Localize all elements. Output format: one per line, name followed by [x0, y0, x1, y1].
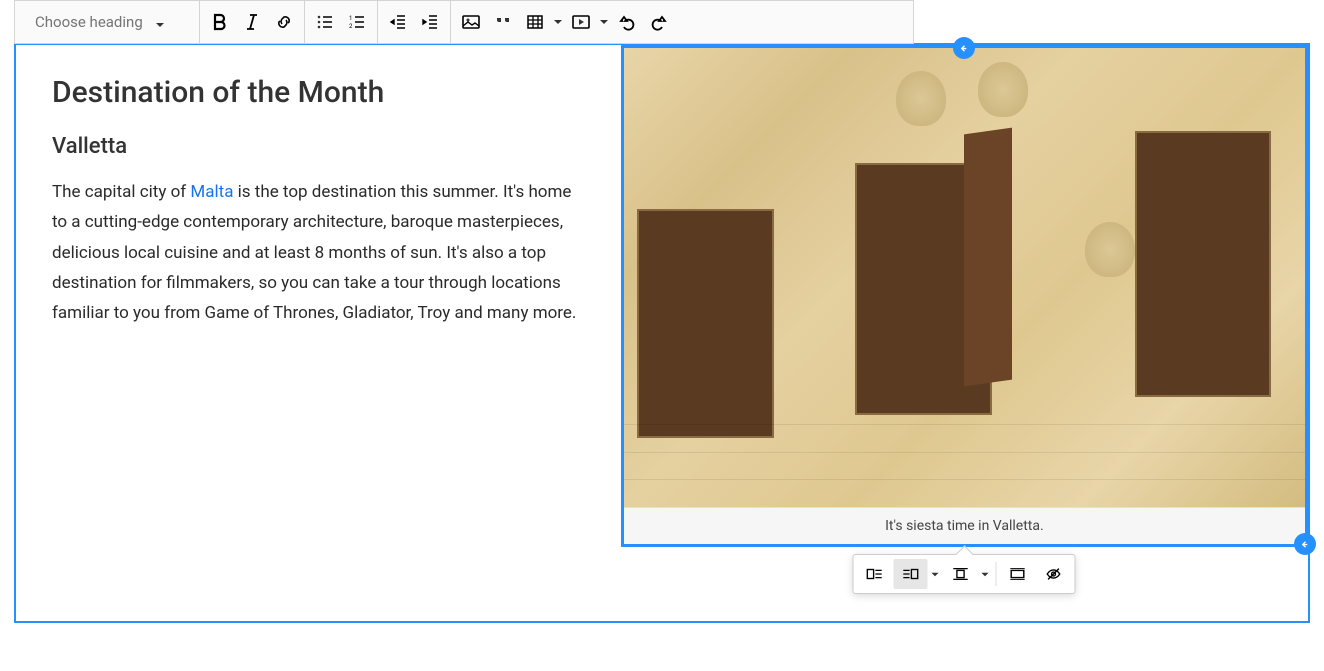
- insert-paragraph-before-handle[interactable]: [953, 37, 975, 59]
- link-malta[interactable]: Malta: [190, 182, 233, 202]
- bold-button[interactable]: [204, 6, 236, 38]
- image-content[interactable]: [624, 48, 1305, 507]
- numbered-list-button[interactable]: 12: [341, 6, 373, 38]
- image-figure-selected[interactable]: It's siesta time in Valletta.: [621, 45, 1308, 547]
- outdent-button[interactable]: [382, 6, 414, 38]
- heading-dropdown-label: Choose heading: [35, 13, 143, 31]
- italic-button[interactable]: [236, 6, 268, 38]
- align-center-button[interactable]: [944, 559, 978, 589]
- chevron-down-icon[interactable]: [928, 570, 942, 579]
- full-width-button[interactable]: [1001, 559, 1035, 589]
- image-caption-text: It's siesta time in Valletta.: [885, 518, 1044, 534]
- image-balloon-toolbar: [853, 554, 1076, 594]
- separator: [996, 562, 997, 586]
- paragraph-text-pre: The capital city of: [52, 182, 190, 202]
- redo-button[interactable]: [643, 6, 675, 38]
- insert-paragraph-after-handle[interactable]: [1294, 533, 1316, 555]
- editor-toolbar: Choose heading 12: [14, 0, 914, 44]
- paragraph-text-post: is the top destination this summer. It's…: [52, 182, 576, 323]
- toggle-caption-button[interactable]: [1037, 559, 1071, 589]
- heading-1[interactable]: Destination of the Month: [52, 75, 589, 110]
- chevron-down-icon[interactable]: [978, 570, 992, 579]
- chevron-down-icon: [155, 16, 167, 28]
- editor-content[interactable]: Destination of the Month Valletta The ca…: [14, 43, 1310, 623]
- media-button[interactable]: [565, 6, 611, 38]
- align-left-button[interactable]: [858, 559, 892, 589]
- link-button[interactable]: [268, 6, 300, 38]
- undo-button[interactable]: [611, 6, 643, 38]
- chevron-down-icon: [551, 17, 565, 27]
- align-right-button[interactable]: [894, 559, 928, 589]
- image-button[interactable]: [455, 6, 487, 38]
- table-button[interactable]: [519, 6, 565, 38]
- bulleted-list-button[interactable]: [309, 6, 341, 38]
- heading-2[interactable]: Valletta: [52, 134, 589, 159]
- heading-dropdown[interactable]: Choose heading: [25, 6, 195, 38]
- image-caption[interactable]: It's siesta time in Valletta.: [624, 507, 1305, 544]
- paragraph[interactable]: The capital city of Malta is the top des…: [52, 177, 589, 328]
- chevron-down-icon: [597, 17, 611, 27]
- blockquote-button[interactable]: [487, 6, 519, 38]
- indent-button[interactable]: [414, 6, 446, 38]
- svg-text:1: 1: [349, 15, 352, 22]
- svg-text:2: 2: [349, 23, 353, 30]
